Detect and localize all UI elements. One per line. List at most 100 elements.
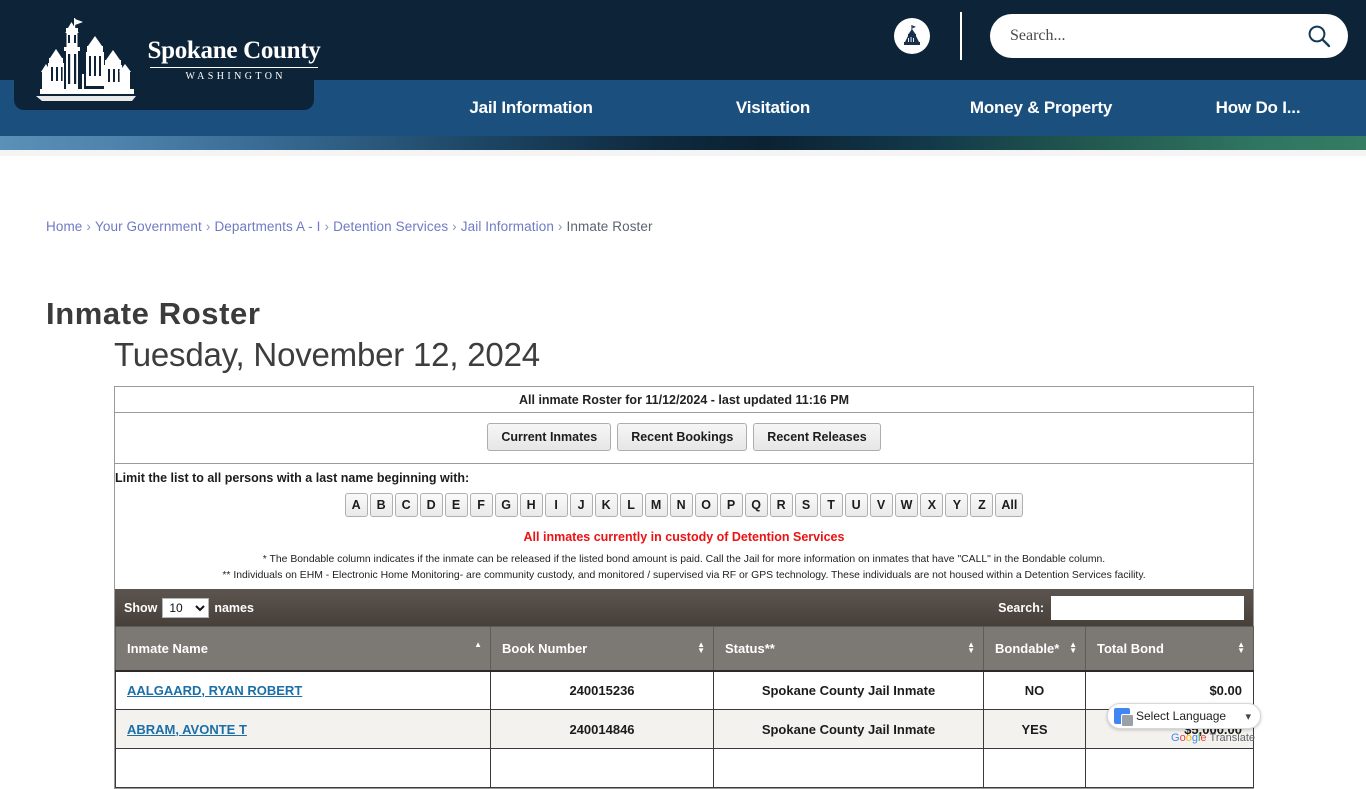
chevron-down-icon: ▾ <box>1245 710 1251 723</box>
cell-inmate-name <box>116 749 491 788</box>
decorative-gradient-strip <box>0 136 1366 150</box>
alpha-filter-r[interactable]: R <box>770 493 793 517</box>
breadcrumb-item-jail-information[interactable]: Jail Information <box>461 219 554 234</box>
alpha-filter-label: Limit the list to all persons with a las… <box>115 471 1253 485</box>
breadcrumb: Home›Your Government›Departments A - I›D… <box>46 219 653 234</box>
site-logo[interactable]: Spokane County WASHINGTON <box>14 8 314 110</box>
cell-total-bond <box>1086 749 1254 788</box>
cell-status <box>714 749 984 788</box>
google-translate-attribution: GoogleTranslate <box>1107 732 1261 744</box>
column-label: Book Number <box>502 641 587 656</box>
breadcrumb-item-departments-a-i[interactable]: Departments A - I <box>214 219 320 234</box>
alpha-filter-p[interactable]: P <box>720 493 743 517</box>
alpha-filter-m[interactable]: M <box>645 493 668 517</box>
search-submit-button[interactable] <box>1304 21 1334 51</box>
logo-divider <box>150 67 318 68</box>
alpha-filter-o[interactable]: O <box>695 493 718 517</box>
table-header-row: Inmate Name ▲▼ Book Number ▲▼ Status** ▲… <box>116 627 1254 671</box>
page-length-control[interactable]: Show 102550100 names <box>124 598 254 618</box>
breadcrumb-separator: › <box>452 219 457 234</box>
cell-bondable: YES <box>984 710 1086 749</box>
alpha-filter-section: Limit the list to all persons with a las… <box>115 464 1253 527</box>
alpha-filter-l[interactable]: L <box>620 493 643 517</box>
page-title: Inmate Roster <box>46 296 261 332</box>
language-selector-button[interactable]: Select Language ▾ <box>1107 703 1261 729</box>
cell-inmate-name: AALGAARD, RYAN ROBERT <box>116 671 491 710</box>
page-length-suffix-label: names <box>214 601 254 615</box>
column-header-inmate-name[interactable]: Inmate Name ▲▼ <box>116 627 491 671</box>
cell-bondable <box>984 749 1086 788</box>
alpha-filter-x[interactable]: X <box>920 493 943 517</box>
sort-toggle-icon: ▲▼ <box>1069 642 1077 654</box>
breadcrumb-item-detention-services[interactable]: Detention Services <box>333 219 448 234</box>
column-header-bondable[interactable]: Bondable* ▲▼ <box>984 627 1086 671</box>
courthouse-illustration-icon <box>32 14 144 106</box>
alpha-filter-all[interactable]: All <box>995 493 1023 517</box>
alpha-filter-u[interactable]: U <box>845 493 868 517</box>
alpha-filter-e[interactable]: E <box>445 493 468 517</box>
cell-book-number <box>491 749 714 788</box>
alpha-filter-s[interactable]: S <box>795 493 818 517</box>
alpha-filter-n[interactable]: N <box>670 493 693 517</box>
table-search-control[interactable]: Search: <box>998 596 1244 620</box>
breadcrumb-item-your-government[interactable]: Your Government <box>95 219 202 234</box>
inmate-roster-table: Inmate Name ▲▼ Book Number ▲▼ Status** ▲… <box>115 626 1254 788</box>
sort-toggle-icon: ▲▼ <box>1237 642 1245 654</box>
footnote-bondable: * The Bondable column indicates if the i… <box>115 552 1253 568</box>
alpha-filter-a[interactable]: A <box>345 493 368 517</box>
primary-nav: Jail Information Visitation Money & Prop… <box>330 80 1366 136</box>
table-search-input[interactable] <box>1051 596 1244 620</box>
search-icon <box>1306 23 1332 49</box>
nav-item-how-do-i[interactable]: How Do I... <box>1140 98 1366 118</box>
site-search[interactable] <box>990 14 1348 58</box>
tab-current-inmates[interactable]: Current Inmates <box>487 423 611 451</box>
table-body: AALGAARD, RYAN ROBERT240015236Spokane Co… <box>116 671 1254 788</box>
alpha-filter-h[interactable]: H <box>520 493 543 517</box>
breadcrumb-separator: › <box>206 219 211 234</box>
breadcrumb-item-home[interactable]: Home <box>46 219 82 234</box>
county-seal-icon[interactable] <box>894 18 930 54</box>
alpha-filter-j[interactable]: J <box>570 493 593 517</box>
page-length-select[interactable]: 102550100 <box>162 598 209 618</box>
alpha-filter-c[interactable]: C <box>395 493 418 517</box>
alpha-filter-d[interactable]: D <box>420 493 443 517</box>
roster-panel: All inmate Roster for 11/12/2024 - last … <box>114 386 1254 789</box>
sort-toggle-icon: ▲▼ <box>697 642 705 654</box>
alpha-filter-t[interactable]: T <box>820 493 843 517</box>
inmate-detail-link[interactable]: AALGAARD, RYAN ROBERT <box>127 683 302 698</box>
alpha-filter-b[interactable]: B <box>370 493 393 517</box>
alpha-filter-q[interactable]: Q <box>745 493 768 517</box>
alpha-filter-g[interactable]: G <box>495 493 518 517</box>
cell-book-number: 240014846 <box>491 710 714 749</box>
table-row <box>116 749 1254 788</box>
column-header-book-number[interactable]: Book Number ▲▼ <box>491 627 714 671</box>
alpha-filter-i[interactable]: I <box>545 493 568 517</box>
footnote-ehm: ** Individuals on EHM - Electronic Home … <box>115 568 1253 589</box>
roster-title-bar: All inmate Roster for 11/12/2024 - last … <box>115 387 1253 413</box>
tab-recent-bookings[interactable]: Recent Bookings <box>617 423 747 451</box>
alpha-filter-w[interactable]: W <box>895 493 919 517</box>
table-row: ABRAM, AVONTE T240014846Spokane County J… <box>116 710 1254 749</box>
logo-text-block: Spokane County WASHINGTON <box>144 38 324 82</box>
search-input[interactable] <box>1008 26 1304 46</box>
alpha-filter-v[interactable]: V <box>870 493 893 517</box>
cell-status: Spokane County Jail Inmate <box>714 671 984 710</box>
custody-notice: All inmates currently in custody of Dete… <box>115 527 1253 552</box>
nav-item-visitation[interactable]: Visitation <box>670 98 876 118</box>
tab-recent-releases[interactable]: Recent Releases <box>753 423 880 451</box>
google-translate-widget[interactable]: Select Language ▾ GoogleTranslate <box>1107 703 1261 744</box>
inmate-detail-link[interactable]: ABRAM, AVONTE T <box>127 722 247 737</box>
alpha-filter-y[interactable]: Y <box>945 493 968 517</box>
nav-item-jail-information[interactable]: Jail Information <box>398 98 664 118</box>
column-header-status[interactable]: Status** ▲▼ <box>714 627 984 671</box>
table-row: AALGAARD, RYAN ROBERT240015236Spokane Co… <box>116 671 1254 710</box>
language-selector-label: Select Language <box>1136 709 1239 723</box>
column-label: Bondable* <box>995 641 1059 656</box>
table-search-label: Search: <box>998 601 1044 615</box>
breadcrumb-item-current: Inmate Roster <box>567 219 653 234</box>
alpha-filter-f[interactable]: F <box>470 493 493 517</box>
column-label: Total Bond <box>1097 641 1164 656</box>
alpha-filter-z[interactable]: Z <box>970 493 993 517</box>
alpha-filter-k[interactable]: K <box>595 493 618 517</box>
column-header-total-bond[interactable]: Total Bond ▲▼ <box>1086 627 1254 671</box>
